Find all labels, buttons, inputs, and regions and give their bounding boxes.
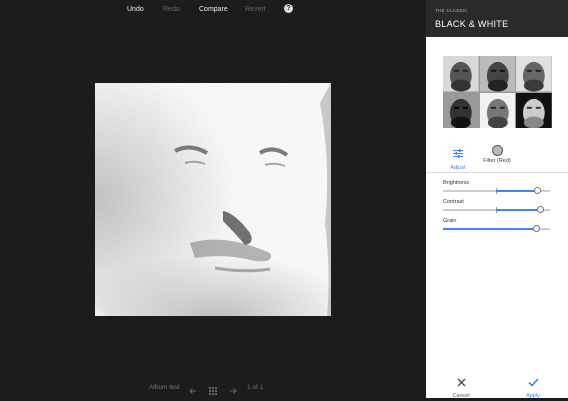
contrast-label: Contrast: [443, 199, 464, 205]
brightness-label: Brightness: [443, 180, 469, 186]
revert-button[interactable]: Revert: [245, 6, 266, 13]
slider-fill: [443, 228, 536, 230]
preset-thumbnail[interactable]: [479, 56, 516, 92]
close-icon: [456, 378, 466, 387]
preset-header: THE CLASSIC BLACK & WHITE: [426, 0, 568, 37]
compare-button[interactable]: Compare: [199, 6, 228, 13]
preset-thumbnail[interactable]: [443, 56, 479, 92]
apply-button[interactable]: Apply: [521, 374, 545, 399]
tab-adjust-label: Adjust: [450, 165, 466, 171]
cancel-label: Cancel: [452, 393, 470, 399]
sliders-icon: [453, 149, 463, 158]
arrow-right-icon[interactable]: [228, 383, 238, 394]
divider: [426, 172, 568, 173]
arrow-left-icon[interactable]: [188, 383, 198, 394]
checkmark-icon: [527, 378, 539, 387]
grain-label: Grain: [443, 218, 457, 224]
tab-filter-label: Filter (Red): [483, 158, 511, 164]
tab-filter[interactable]: Filter (Red): [480, 145, 514, 164]
page-indicator: 1 of 1: [247, 384, 264, 391]
preset-thumbnail[interactable]: [443, 92, 479, 128]
cancel-button[interactable]: Cancel: [448, 374, 474, 399]
panel-tabs: Adjust Filter (Red): [426, 145, 568, 171]
grain-slider[interactable]: [443, 225, 550, 232]
photo-canvas: [95, 83, 331, 316]
grid-icon[interactable]: [208, 383, 218, 395]
slider-knob[interactable]: [533, 225, 540, 232]
slider-fill: [496, 209, 540, 211]
preset-subtitle: THE CLASSIC: [435, 8, 468, 13]
apply-label: Apply: [526, 393, 540, 399]
preset-thumbnail[interactable]: [479, 92, 516, 128]
brightness-slider[interactable]: [443, 187, 550, 194]
slider-knob[interactable]: [537, 206, 544, 213]
undo-button[interactable]: Undo: [127, 6, 144, 13]
slider-fill: [496, 190, 537, 192]
contrast-slider[interactable]: [443, 206, 550, 213]
photo-image: [95, 83, 331, 316]
color-circle-icon: [491, 145, 503, 156]
preset-thumbnail[interactable]: [516, 92, 552, 128]
redo-button[interactable]: Redo: [163, 6, 180, 13]
edit-panel: THE CLASSIC BLACK & WHITE Adjust Filter …: [426, 0, 568, 399]
preset-thumbnail[interactable]: [516, 56, 552, 92]
tab-adjust[interactable]: Adjust: [444, 145, 472, 171]
help-icon[interactable]: ?: [284, 4, 293, 13]
album-label: Album test: [149, 384, 180, 391]
slider-knob[interactable]: [534, 187, 541, 194]
preset-thumbnail-grid: [443, 56, 552, 128]
preset-title: BLACK & WHITE: [435, 19, 509, 29]
